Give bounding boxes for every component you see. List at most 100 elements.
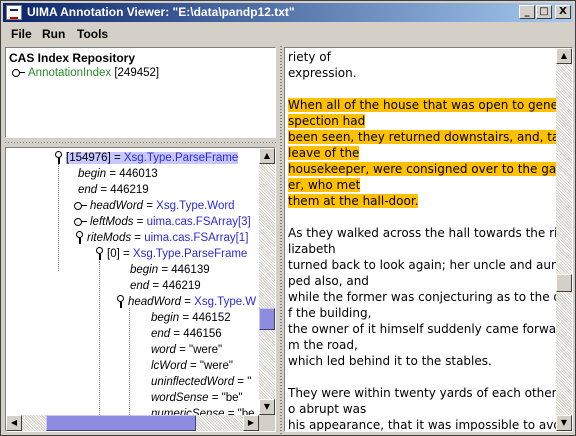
equals: = — [131, 232, 145, 245]
title-bar[interactable]: UIMA Annotation Viewer: "E:\data\pandp12… — [3, 3, 573, 22]
scroll-up-button[interactable]: ▲ — [259, 148, 275, 164]
tree-row-ritemods[interactable]: riteMods = uima.cas.FSArray[1] — [75, 231, 248, 247]
text-line: They were within twenty yards of each ot… — [288, 385, 572, 401]
tree-row-end[interactable]: end = 446156 — [151, 327, 222, 343]
app-icon — [6, 5, 22, 20]
text-line: As they walked across the hall towards t… — [288, 225, 572, 241]
field-name: end — [78, 184, 98, 196]
tree-handle-icon[interactable] — [74, 201, 88, 211]
equals: = — [110, 152, 124, 165]
menu-run[interactable]: Run — [42, 27, 65, 41]
app-window: UIMA Annotation Viewer: "E:\data\pandp12… — [0, 0, 576, 436]
tree-vertical-scrollbar[interactable]: ▲ ▼ — [259, 148, 275, 415]
field-name: wordSense — [151, 392, 209, 404]
annotation-index-label: AnnotationIndex — [28, 67, 112, 79]
tree-row-end[interactable]: end = 446219 — [130, 279, 201, 295]
highlighted-text-line: them at the hall-door. — [288, 193, 419, 209]
field-value: = " — [234, 376, 252, 388]
tree-row-parseframe-child[interactable]: [0] = Xsg.Type.ParseFrame — [95, 247, 247, 263]
field-type: Xsg.Type.Word — [156, 200, 235, 212]
scroll-left-button[interactable]: ◀ — [6, 415, 22, 431]
annotation-tree-panel: [154976] = Xsg.Type.ParseFrame begin = 4… — [5, 147, 276, 432]
field-value: = 446156 — [170, 328, 222, 340]
row-id: [0] — [107, 248, 120, 261]
tree-row-begin[interactable]: begin = 446152 — [151, 311, 231, 327]
tree-row-headword[interactable]: headWord = Xsg.Type.Word — [74, 199, 235, 215]
field-value: = 446152 — [179, 312, 231, 324]
scroll-up-button[interactable]: ▲ — [556, 48, 572, 64]
tree-row-begin[interactable]: begin = 446139 — [130, 263, 210, 279]
tree-handle-icon[interactable] — [54, 151, 63, 165]
text-line-content: his appearance, that it was impossible t… — [288, 418, 573, 432]
field-value: = 446013 — [106, 168, 158, 180]
row-id: [154976] — [66, 152, 111, 165]
field-type: uima.cas.FSArray[3] — [146, 216, 251, 228]
field-name: lcWord — [151, 360, 187, 372]
menu-file[interactable]: File — [11, 27, 32, 41]
annotation-index-node[interactable]: AnnotationIndex [249452] — [12, 66, 159, 82]
text-line-content: expression. — [288, 66, 357, 80]
text-line-content: which led behind it to the stables. — [288, 354, 492, 368]
text-line-content: riety of — [288, 50, 331, 64]
text-line: ped also, and — [288, 273, 369, 289]
text-line: turned back to look again; her uncle and… — [288, 257, 572, 273]
field-value: = 446219 — [97, 184, 149, 196]
tree-handle-icon[interactable] — [95, 247, 104, 261]
horizontal-split-divider[interactable] — [5, 139, 276, 146]
tree-row-word[interactable]: word = "were" — [151, 343, 222, 359]
tree-guide — [129, 308, 130, 421]
tree-handle-icon[interactable] — [116, 295, 125, 309]
equals: = — [143, 200, 157, 212]
field-name: leftMods — [90, 216, 134, 228]
minimize-button[interactable]: _ — [519, 5, 535, 19]
tree-handle-icon[interactable] — [75, 231, 84, 245]
highlighted-text-line: been seen, they returned downstairs, and… — [288, 129, 572, 145]
scrollbar-corner — [259, 415, 275, 431]
tree-row-lcword[interactable]: lcWord = "were" — [151, 359, 233, 375]
scroll-down-button[interactable]: ▼ — [556, 415, 572, 431]
text-line: riety of — [288, 49, 331, 65]
document-vertical-scrollbar[interactable]: ▲ ▼ — [556, 48, 572, 431]
tree-row-leftmods[interactable]: leftMods = uima.cas.FSArray[3] — [74, 215, 251, 231]
tree-row-end[interactable]: end = 446219 — [78, 183, 149, 199]
text-line-content: spection had — [288, 114, 366, 128]
tree-handle-icon[interactable] — [12, 68, 26, 78]
scroll-right-button[interactable]: ▶ — [243, 415, 259, 431]
tree-row-parseframe-root[interactable]: [154976] = Xsg.Type.ParseFrame — [54, 151, 239, 167]
text-line-content: been seen, they returned downstairs, and… — [288, 130, 572, 144]
tree-horizontal-scrollbar[interactable]: ◀ ▶ — [6, 415, 259, 431]
maximize-button[interactable]: □ — [536, 5, 552, 19]
cas-index-title: CAS Index Repository — [9, 51, 136, 65]
text-line: which led behind it to the stables. — [288, 353, 492, 369]
tree-row-begin[interactable]: begin = 446013 — [78, 167, 158, 183]
field-name: begin — [78, 168, 107, 180]
text-line: lizabeth — [288, 241, 336, 257]
text-line: f the building, — [288, 305, 371, 321]
field-value: = "be" — [208, 392, 243, 404]
tree-row-uninflectedword[interactable]: uninflectedWord = " — [151, 375, 251, 391]
tree-guide — [99, 261, 100, 421]
row-type: Xsg.Type.ParseFrame — [123, 152, 239, 165]
horizontal-scroll-thumb[interactable] — [46, 415, 196, 431]
scroll-down-button[interactable]: ▼ — [259, 399, 275, 415]
tree-row-headword[interactable]: headWord = Xsg.Type.W — [116, 295, 256, 311]
highlighted-text-line: er, who met — [288, 177, 361, 193]
text-line-content: When all of the house that was open to g… — [288, 98, 572, 112]
close-button[interactable]: X — [555, 5, 571, 19]
field-name: riteMods — [87, 232, 132, 245]
field-name: word — [151, 344, 176, 356]
text-line: m the road, — [288, 337, 358, 353]
text-line: o abrupt was — [288, 401, 366, 417]
tree-row-wordsense[interactable]: wordSense = "be" — [151, 391, 243, 407]
menu-bar: File Run Tools — [3, 24, 573, 44]
field-name: uninflectedWord — [151, 376, 235, 388]
field-name: headWord — [90, 200, 144, 212]
text-line-content: ped also, and — [288, 274, 369, 288]
row-type: Xsg.Type.ParseFrame — [132, 248, 248, 261]
vertical-scroll-thumb[interactable] — [556, 274, 572, 292]
field-name: end — [151, 328, 171, 340]
highlighted-text-line: leave of the — [288, 145, 360, 161]
vertical-scroll-thumb[interactable] — [259, 308, 275, 330]
menu-tools[interactable]: Tools — [77, 27, 108, 41]
tree-handle-icon[interactable] — [74, 217, 88, 227]
